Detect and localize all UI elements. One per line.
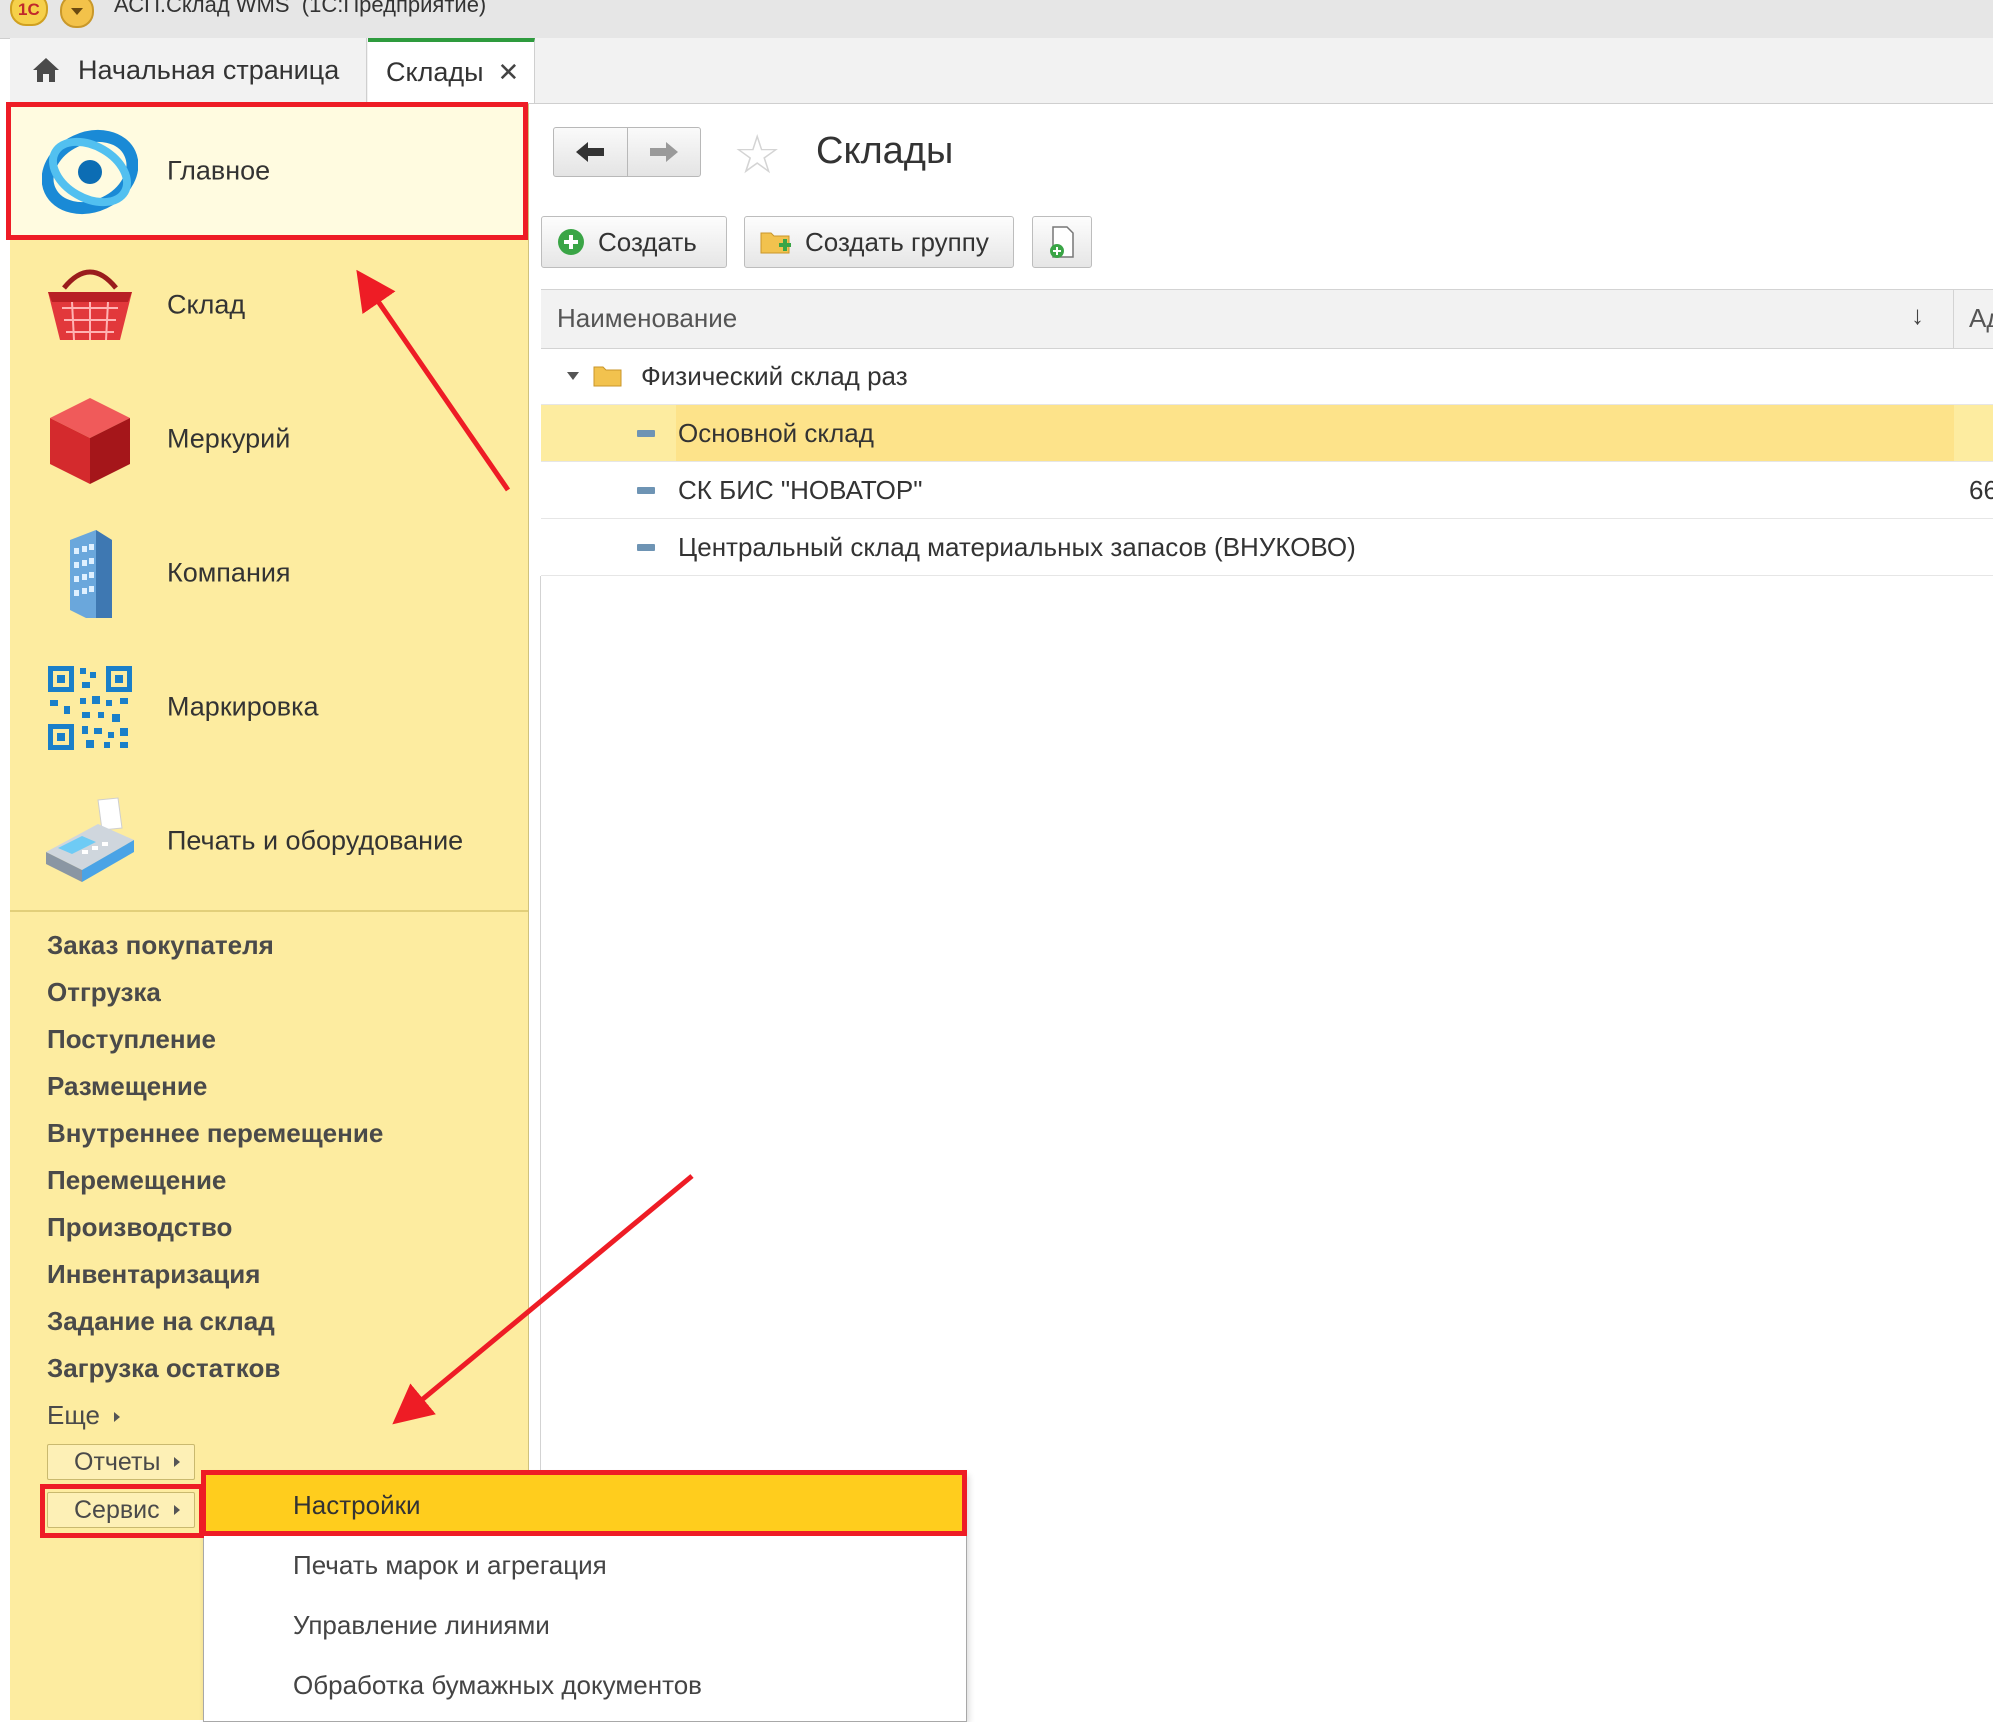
building-icon bbox=[70, 530, 112, 618]
history-nav bbox=[553, 127, 701, 177]
section-company-label: Компания bbox=[167, 557, 291, 588]
table-row-selected[interactable]: Основной склад bbox=[541, 405, 1993, 462]
app-logo-text: 1C bbox=[18, 0, 40, 19]
table-row[interactable]: СК БИС "НОВАТОР" 66 bbox=[541, 462, 1993, 519]
page-title: Склады bbox=[816, 130, 954, 172]
folder-add-icon bbox=[760, 232, 791, 254]
create-group-button-label: Создать группу bbox=[805, 226, 989, 257]
annotation-box-main bbox=[6, 102, 528, 240]
plus-circle-icon bbox=[558, 229, 584, 255]
mercury-cube-icon bbox=[50, 398, 130, 484]
menu-item-label: Обработка бумажных документов bbox=[293, 1670, 702, 1700]
table-header: Наименование ↓ Ад bbox=[541, 289, 1993, 349]
section-mercury[interactable]: Меркурий bbox=[10, 372, 528, 506]
menu-item-paper-docs[interactable]: Обработка бумажных документов bbox=[204, 1654, 966, 1714]
cash-register-icon bbox=[46, 797, 134, 882]
column-second-header[interactable]: Ад bbox=[1969, 303, 1993, 334]
annotation-box-service bbox=[40, 1484, 204, 1538]
command-internal-transfer[interactable]: Внутреннее перемещение bbox=[47, 1118, 383, 1149]
menu-item-label: Управление линиями bbox=[293, 1610, 550, 1640]
table-row[interactable]: Центральный склад материальных запасов (… bbox=[541, 519, 1993, 576]
create-button-label: Создать bbox=[598, 226, 697, 257]
app-logo-icon[interactable]: 1C bbox=[10, 0, 48, 26]
arrow-left-icon bbox=[576, 142, 604, 162]
command-customer-order[interactable]: Заказ покупателя bbox=[47, 930, 274, 961]
tabs-bar: Начальная страница Склады ✕ bbox=[10, 38, 1993, 104]
section-marking[interactable]: Маркировка bbox=[10, 640, 528, 774]
annotation-box-settings bbox=[201, 1470, 967, 1536]
command-production[interactable]: Производство bbox=[47, 1212, 232, 1243]
command-shipment[interactable]: Отгрузка bbox=[47, 977, 161, 1008]
section-printing-label: Печать и оборудование bbox=[167, 825, 464, 856]
main-menu-button[interactable] bbox=[60, 0, 94, 28]
section-sklad-label: Склад bbox=[167, 289, 246, 320]
close-icon[interactable]: ✕ bbox=[498, 57, 520, 88]
menu-item-line-control[interactable]: Управление линиями bbox=[204, 1594, 966, 1654]
item-icon bbox=[637, 544, 655, 551]
tab-sklady[interactable]: Склады ✕ bbox=[368, 38, 535, 103]
create-button[interactable]: Создать bbox=[541, 216, 727, 268]
tab-home-label: Начальная страница bbox=[78, 54, 340, 85]
window-title-bar: 1C АСП.Склад WMS (1С:Предприятие) bbox=[0, 0, 1993, 39]
copy-button[interactable] bbox=[1032, 216, 1092, 268]
more-menu[interactable]: Еще bbox=[47, 1400, 120, 1431]
reports-label: Отчеты bbox=[74, 1447, 161, 1476]
item-icon bbox=[637, 430, 655, 437]
collapse-triangle-icon[interactable] bbox=[565, 370, 581, 382]
row-name: Основной склад bbox=[678, 418, 874, 448]
back-button[interactable] bbox=[554, 128, 627, 176]
menu-item-label: Печать марок и агрегация bbox=[293, 1550, 607, 1580]
column-divider bbox=[1953, 290, 1954, 348]
command-load-balances[interactable]: Загрузка остатков bbox=[47, 1353, 280, 1384]
section-mercury-label: Меркурий bbox=[167, 423, 291, 454]
item-icon bbox=[637, 487, 655, 494]
home-icon bbox=[33, 58, 59, 82]
reports-button[interactable]: Отчеты bbox=[47, 1444, 196, 1480]
create-group-button[interactable]: Создать группу bbox=[744, 216, 1014, 268]
section-marking-label: Маркировка bbox=[167, 691, 319, 722]
command-warehouse-task[interactable]: Задание на склад bbox=[47, 1306, 275, 1337]
qr-code-icon bbox=[46, 664, 134, 752]
section-company[interactable]: Компания bbox=[10, 506, 528, 640]
arrow-right-icon bbox=[650, 142, 678, 162]
command-inventory[interactable]: Инвентаризация bbox=[47, 1259, 260, 1290]
arrow-right-icon bbox=[174, 1457, 181, 1467]
section-sklad[interactable]: Склад bbox=[10, 238, 528, 372]
table-body-divider bbox=[540, 576, 541, 1476]
command-receipt[interactable]: Поступление bbox=[47, 1024, 216, 1055]
tab-home[interactable]: Начальная страница bbox=[10, 38, 367, 102]
row-name: Физический склад раз bbox=[641, 361, 908, 391]
folder-icon bbox=[593, 366, 622, 387]
section-printing[interactable]: Печать и оборудование bbox=[10, 774, 528, 908]
panel-divider bbox=[10, 910, 528, 912]
column-name-header[interactable]: Наименование bbox=[557, 303, 737, 334]
basket-icon bbox=[48, 269, 132, 341]
sort-down-icon[interactable]: ↓ bbox=[1911, 300, 1924, 331]
row-name: СК БИС "НОВАТОР" bbox=[678, 475, 923, 505]
favorite-star-icon[interactable]: ☆ bbox=[733, 128, 781, 182]
row-name: Центральный склад материальных запасов (… bbox=[678, 532, 1356, 562]
more-label: Еще bbox=[47, 1400, 100, 1430]
menu-item-print-marks[interactable]: Печать марок и агрегация bbox=[204, 1534, 966, 1594]
forward-button[interactable] bbox=[628, 128, 701, 176]
command-placement[interactable]: Размещение bbox=[47, 1071, 207, 1102]
table-row-group[interactable]: Физический склад раз bbox=[541, 348, 1993, 405]
arrow-right-icon bbox=[113, 1412, 120, 1423]
document-add-icon bbox=[1050, 226, 1074, 258]
command-transfer[interactable]: Перемещение bbox=[47, 1165, 226, 1196]
row-extra: 66 bbox=[1969, 475, 1993, 505]
window-title: АСП.Склад WMS (1С:Предприятие) bbox=[114, 0, 487, 17]
tab-sklady-label: Склады bbox=[386, 57, 484, 87]
